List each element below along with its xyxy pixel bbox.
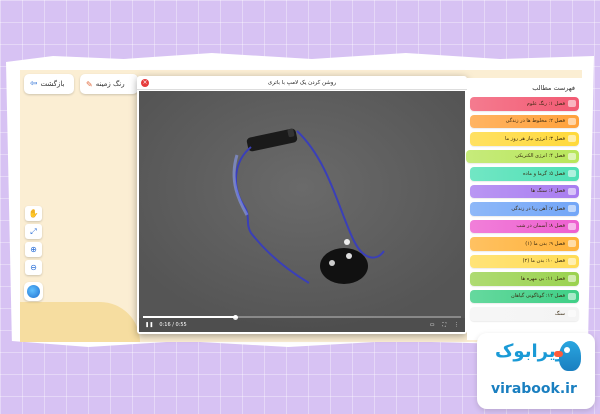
hand-icon[interactable]: ✋: [25, 206, 42, 221]
background-color-label: رنگ زمینه: [95, 80, 125, 88]
more-options-icon[interactable]: ⋮: [454, 322, 459, 328]
folder-icon: [568, 310, 576, 318]
pause-icon[interactable]: ❚❚: [145, 322, 153, 328]
folder-icon: [568, 257, 576, 265]
folder-icon: [568, 187, 576, 195]
modal-header: × روشن کردن یک لامپ با باتری: [137, 76, 467, 90]
toc-item-label: فصل ۵: گرما و ماده: [522, 170, 565, 177]
video-controls: ❚❚ 0:16 / 0:55 ▭ ⛶ ⋮: [139, 318, 465, 332]
circuit-illustration: [139, 91, 465, 332]
toc-item[interactable]: فصل ۵: گرما و ماده: [470, 167, 579, 181]
folder-icon: [568, 152, 576, 160]
folder-icon: [568, 292, 576, 300]
toc-item-label: فصل ۱: رنگ علوم: [526, 100, 565, 107]
brand-card: ویرابوک virabook.ir: [477, 333, 595, 409]
back-button[interactable]: ⇦ بازگشت: [24, 74, 74, 94]
toc-item-label: فصل ۷: آهن ربا در زندگی: [511, 205, 565, 212]
brand-url: virabook.ir: [491, 381, 577, 397]
toc-title: فهرست مطالب: [532, 84, 575, 92]
toc-item[interactable]: فصل ۸: آسمان در شب: [470, 219, 579, 233]
brush-icon: ✎: [86, 79, 93, 89]
toc-item-label: فصل ۱۲: گوناگونی گیاهان: [511, 293, 565, 300]
fullscreen-icon[interactable]: ⛶: [442, 322, 446, 328]
zoom-tools: ⊕ ⊖: [25, 242, 42, 275]
toc-item[interactable]: فصل ۶: سنگ ها: [470, 184, 579, 198]
toc-item[interactable]: فصل ۲: مخلوط ها در زندگی: [470, 114, 579, 128]
toc-item-label: فصل ۳: انرژی نیاز هر روز ما: [505, 135, 565, 142]
arrow-left-icon: ⇦: [30, 79, 38, 89]
expand-icon[interactable]: ⤢: [25, 224, 42, 239]
folder-icon: [568, 170, 576, 178]
toc-item-label: فصل ۶: سنگ ها: [531, 188, 565, 195]
sand-decoration: [20, 302, 140, 342]
globe-icon[interactable]: [24, 282, 43, 301]
toc-item[interactable]: فصل ۷: آهن ربا در زندگی: [470, 202, 579, 216]
toc-item[interactable]: فصل ۱۲: گوناگونی گیاهان: [470, 289, 579, 303]
toc-list: فصل ۱: رنگ علوم فصل ۲: مخلوط ها در زندگی ف…: [466, 97, 579, 321]
folder-icon: [568, 240, 576, 248]
folder-icon: [568, 100, 576, 108]
folder-icon: [568, 205, 576, 213]
toc-item-label: فصل ۴: انرژی الکتریکی: [515, 153, 565, 160]
toc-item[interactable]: فصل ۱: رنگ علوم: [470, 97, 579, 111]
background-color-button[interactable]: ✎ رنگ زمینه: [80, 74, 138, 94]
video-player[interactable]: ❚❚ 0:16 / 0:55 ▭ ⛶ ⋮: [139, 91, 465, 332]
toc-item-label: فصل ۲: مخلوط ها در زندگی: [505, 118, 565, 125]
folder-icon: [568, 117, 576, 125]
toc-item-label: فصل ۹: بدن ما (۱): [525, 240, 565, 247]
folder-icon: [568, 275, 576, 283]
toc-item-label: فصل ۸: آسمان در شب: [516, 223, 565, 230]
tool-palette: ✋ ⤢: [25, 206, 42, 239]
toc-item[interactable]: فصل ۹: بدن ما (۱): [470, 237, 579, 251]
toc-item-label: فصل ۱۱: بی مهره ها: [520, 275, 565, 282]
toc-item[interactable]: سنگ: [470, 307, 579, 321]
video-modal: × روشن کردن یک لامپ با باتری ❚❚ 0:16 / 0…: [137, 76, 467, 334]
toc-item[interactable]: فصل ۱۰: بدن ما (۲): [470, 254, 579, 268]
toc-item[interactable]: فصل ۱۱: بی مهره ها: [470, 272, 579, 286]
close-icon[interactable]: ×: [141, 79, 149, 87]
toc-item[interactable]: فصل ۳: انرژی نیاز هر روز ما: [470, 132, 579, 146]
back-label: بازگشت: [40, 80, 65, 88]
table-of-contents: فهرست مطالب فصل ۱: رنگ علوم فصل ۲: مخلوط …: [466, 78, 582, 340]
bird-logo-icon: [554, 341, 581, 371]
folder-icon: [568, 222, 576, 230]
zoom-out-icon[interactable]: ⊖: [25, 260, 42, 275]
toc-item-label: فصل ۱۰: بدن ما (۲): [522, 258, 565, 265]
zoom-in-icon[interactable]: ⊕: [25, 242, 42, 257]
toc-item-label: سنگ: [554, 310, 565, 317]
video-title: روشن کردن یک لامپ با باتری: [267, 79, 337, 86]
video-time: 0:16 / 0:55: [159, 322, 187, 328]
toc-item[interactable]: فصل ۴: انرژی الکتریکی: [466, 149, 579, 163]
folder-icon: [568, 135, 576, 143]
picture-in-picture-icon[interactable]: ▭: [430, 322, 435, 328]
